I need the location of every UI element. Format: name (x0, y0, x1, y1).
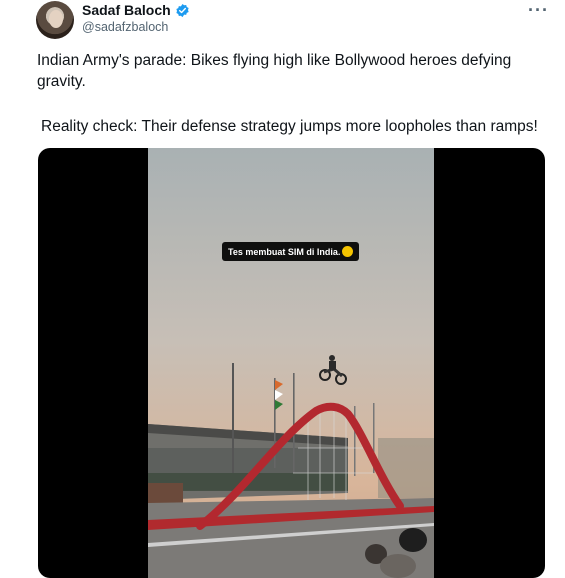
left-frame-strip (0, 0, 10, 565)
video-caption: Tes membuat SIM di India. (222, 242, 360, 261)
tweet-text-line2: Reality check: Their defense strategy ju… (41, 118, 538, 135)
tweet-card: Sadaf Baloch @sadafzbaloch ··· Indian Ar… (0, 0, 565, 578)
video-player[interactable]: Tes membuat SIM di India. (38, 148, 545, 578)
more-options-icon[interactable]: ··· (528, 0, 549, 21)
handle[interactable]: @sadafzbaloch (82, 20, 168, 34)
parade-scene-image (148, 148, 434, 578)
display-name[interactable]: Sadaf Baloch (82, 2, 171, 18)
author-name-row: Sadaf Baloch (82, 2, 190, 18)
video-caption-text: Tes membuat SIM di India. (228, 247, 341, 257)
verified-badge-icon (176, 3, 189, 17)
video-frame[interactable]: Tes membuat SIM di India. (148, 148, 434, 578)
tweet-text-line1: Indian Army's parade: Bikes flying high … (37, 52, 512, 90)
shocked-face-emoji-icon (342, 246, 354, 257)
avatar[interactable] (36, 1, 74, 39)
